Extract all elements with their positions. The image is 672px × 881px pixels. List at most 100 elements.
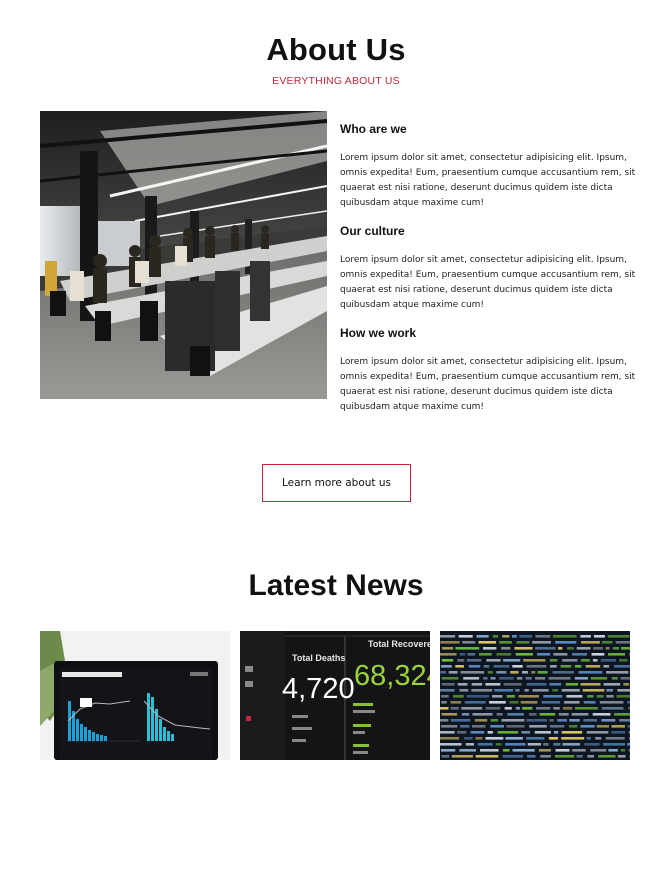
code-token — [494, 689, 514, 692]
code-token — [493, 665, 510, 668]
code-token — [441, 701, 447, 704]
code-token — [611, 725, 625, 728]
code-token — [497, 731, 519, 734]
code-token — [505, 737, 523, 740]
code-token — [519, 635, 533, 638]
code-token — [606, 689, 613, 692]
code-token — [553, 731, 559, 734]
code-token — [611, 677, 618, 680]
code-token — [472, 725, 486, 728]
code-token — [499, 641, 512, 644]
code-token — [566, 647, 574, 650]
code-token — [629, 653, 630, 656]
code-token — [522, 707, 533, 710]
code-token — [619, 719, 630, 722]
code-token — [450, 707, 459, 710]
code-token — [562, 659, 578, 662]
section-heading: Who are we — [340, 122, 407, 136]
code-token — [453, 695, 464, 698]
code-token — [503, 659, 521, 662]
stat-left-value: 4,720 — [282, 673, 355, 705]
code-token — [520, 701, 538, 704]
office-photo — [40, 111, 327, 399]
stat-right-label: Total Recovered — [368, 639, 430, 649]
code-token — [565, 683, 579, 686]
code-token — [562, 707, 573, 710]
code-token — [592, 713, 611, 716]
about-section-who: Who are we Lorem ipsum dolor sit amet, c… — [340, 120, 640, 211]
code-token — [561, 731, 583, 734]
code-token — [602, 641, 613, 644]
code-token — [613, 665, 630, 668]
code-token — [583, 719, 598, 722]
code-token — [467, 653, 476, 656]
code-token — [462, 641, 476, 644]
code-token — [459, 749, 476, 752]
code-token — [505, 743, 526, 746]
about-content: Who are we Lorem ipsum dolor sit amet, c… — [340, 120, 640, 415]
code-token — [487, 671, 493, 674]
code-token — [509, 701, 519, 704]
code-token — [521, 731, 530, 734]
code-token — [526, 683, 547, 686]
code-token — [600, 659, 616, 662]
code-token — [441, 659, 454, 662]
code-token — [464, 737, 473, 740]
code-token — [440, 689, 455, 692]
code-token — [549, 659, 558, 662]
code-token — [582, 689, 605, 692]
code-token — [525, 677, 532, 680]
code-token — [558, 713, 569, 716]
code-token — [596, 725, 609, 728]
code-token — [526, 665, 547, 668]
code-token — [606, 695, 614, 698]
code-token — [468, 665, 481, 668]
code-token — [459, 689, 469, 692]
about-section-how: How we work Lorem ipsum dolor sit amet, … — [340, 324, 640, 415]
code-token — [608, 653, 625, 656]
code-token — [537, 653, 551, 656]
code-token — [486, 659, 501, 662]
code-token — [586, 737, 591, 740]
code-token — [496, 653, 512, 656]
news-card-3[interactable] — [440, 631, 630, 760]
section-heading: How we work — [340, 326, 417, 340]
code-token — [485, 683, 501, 686]
code-token — [455, 647, 480, 650]
code-token — [606, 671, 629, 674]
code-token — [496, 671, 507, 674]
news-card-1[interactable] — [40, 631, 230, 760]
code-token — [586, 731, 609, 734]
code-token — [617, 755, 626, 758]
news-card-2[interactable]: Total Deaths 4,720 Total Recovered 68,32… — [240, 631, 430, 760]
code-token — [603, 683, 621, 686]
code-token — [460, 725, 470, 728]
code-token — [440, 707, 449, 710]
code-token — [585, 665, 601, 668]
code-token — [441, 749, 456, 752]
code-token — [460, 671, 485, 674]
code-token — [539, 713, 556, 716]
code-token — [478, 641, 497, 644]
code-token — [569, 719, 580, 722]
code-token — [553, 743, 561, 746]
code-token — [595, 737, 602, 740]
stat-left-label: Total Deaths — [292, 653, 345, 663]
code-token — [621, 647, 630, 650]
code-token — [471, 689, 493, 692]
code-token — [555, 641, 577, 644]
code-token — [511, 635, 517, 638]
stat-right-value: 68,324 — [354, 660, 430, 692]
code-token — [583, 701, 596, 704]
learn-more-button[interactable]: Learn more about us — [262, 464, 411, 502]
code-token — [441, 695, 449, 698]
code-token — [450, 701, 462, 704]
about-title: About Us — [266, 32, 406, 67]
code-token — [549, 725, 565, 728]
code-token — [512, 665, 523, 668]
code-token — [557, 719, 567, 722]
code-token — [529, 725, 547, 728]
code-token — [591, 653, 605, 656]
code-token — [576, 755, 583, 758]
code-token — [587, 755, 594, 758]
